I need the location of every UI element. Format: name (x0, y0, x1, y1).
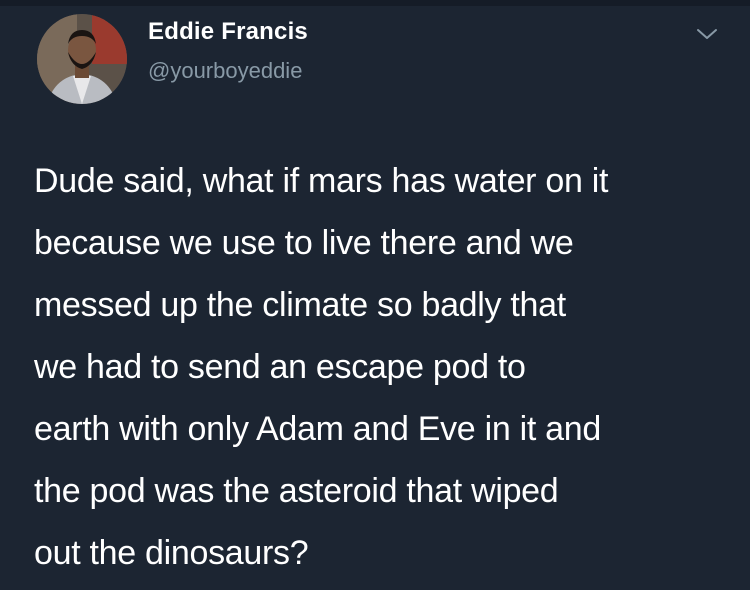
tweet-text-line: messed up the climate so badly that (34, 286, 566, 324)
tweet-text-line: earth with only Adam and Eve in it and (34, 410, 601, 448)
tweet-card: Eddie Francis @yourboyeddie Dude said, w… (0, 0, 750, 590)
tweet-text-line: Dude said, what if mars has water on it (34, 162, 609, 200)
avatar-photo-icon (37, 14, 127, 104)
tweet-text-line: we had to send an escape pod to (34, 348, 526, 386)
author-handle[interactable]: @yourboyeddie (148, 58, 302, 84)
tweet-text: Dude said, what if mars has water on it … (34, 150, 734, 584)
chevron-down-icon[interactable] (694, 24, 720, 44)
tweet-text-line: out the dinosaurs? (34, 534, 309, 572)
top-divider (0, 0, 750, 6)
author-display-name[interactable]: Eddie Francis (148, 18, 308, 46)
tweet-text-line: because we use to live there and we (34, 224, 574, 262)
tweet-text-line: the pod was the asteroid that wiped (34, 472, 559, 510)
author-avatar[interactable] (37, 14, 127, 104)
